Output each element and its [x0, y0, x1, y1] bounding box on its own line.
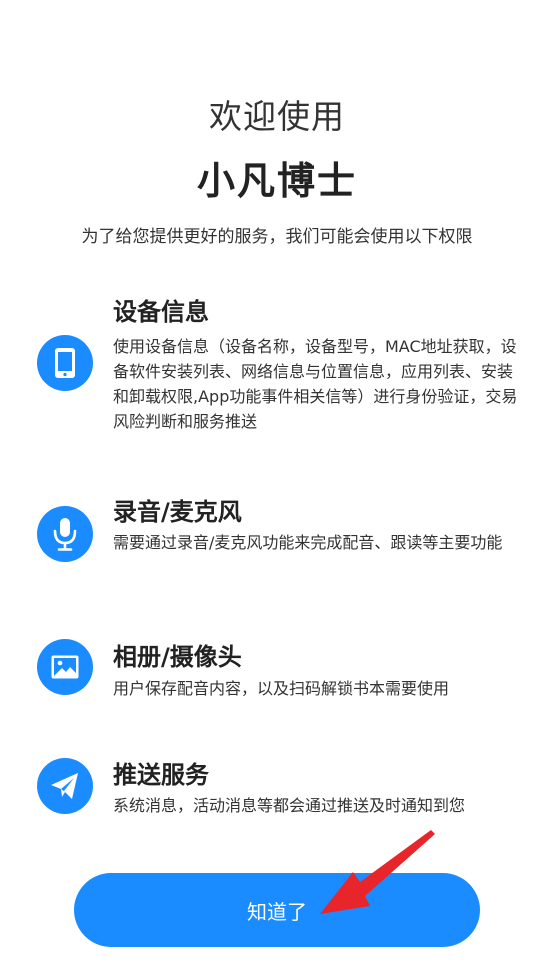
- phone-icon: [37, 335, 93, 391]
- image-icon: [37, 639, 93, 695]
- permission-description: 需要通过录音/麦克风功能来完成配音、跟读等主要功能: [113, 533, 503, 552]
- annotation-arrow-icon: [320, 830, 435, 914]
- app-name-title: 小凡博士: [196, 159, 357, 203]
- permission-description: 使用设备信息（设备名称，设备型号，MAC地址获取，设备软件安装列表、网络信息与位…: [113, 337, 518, 431]
- paper-plane-icon: [37, 758, 93, 814]
- permission-description: 系统消息，活动消息等都会通过推送及时通知到您: [113, 796, 466, 815]
- microphone-icon: [37, 506, 93, 562]
- welcome-heading: 欢迎使用: [209, 97, 345, 136]
- permission-title: 录音/麦克风: [113, 498, 242, 526]
- permission-description: 用户保存配音内容，以及扫码解锁书本需要使用: [113, 679, 450, 698]
- permission-title: 推送服务: [113, 761, 209, 789]
- permission-title: 设备信息: [113, 298, 209, 326]
- permission-dialog-page: 欢迎使用 小凡博士 为了给您提供更好的服务，我们可能会使用以下权限 设备信息 使…: [0, 0, 554, 977]
- permission-title: 相册/摄像头: [113, 643, 242, 671]
- intro-text: 为了给您提供更好的服务，我们可能会使用以下权限: [81, 227, 473, 247]
